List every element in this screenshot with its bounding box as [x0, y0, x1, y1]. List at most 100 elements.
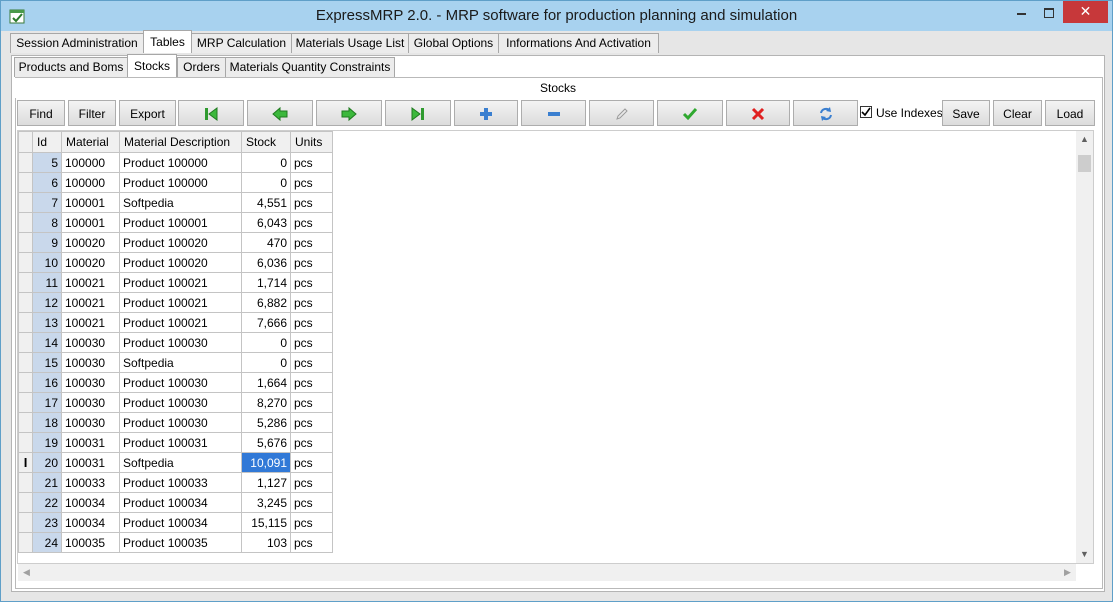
table-row[interactable]: 11 100021 Product 100021 1,714 pcs: [18, 272, 333, 293]
cell-units[interactable]: pcs: [290, 192, 333, 213]
maximize-button[interactable]: [1035, 1, 1063, 23]
cell-stock[interactable]: 8,270: [241, 392, 291, 413]
cell-stock[interactable]: 0: [241, 352, 291, 373]
table-row[interactable]: 6 100000 Product 100000 0 pcs: [18, 172, 333, 193]
table-row[interactable]: 14 100030 Product 100030 0 pcs: [18, 332, 333, 353]
column-header-stock[interactable]: Stock: [241, 131, 291, 153]
cell-units[interactable]: pcs: [290, 372, 333, 393]
cell-stock[interactable]: 470: [241, 232, 291, 253]
cell-material-description[interactable]: Product 100031: [119, 432, 242, 453]
column-header-material[interactable]: Material: [61, 131, 120, 153]
table-row[interactable]: 7 100001 Softpedia 4,551 pcs: [18, 192, 333, 213]
cell-material[interactable]: 100031: [61, 452, 120, 473]
tab-session-administration[interactable]: Session Administration: [10, 33, 144, 53]
cell-material[interactable]: 100020: [61, 232, 120, 253]
cell-id[interactable]: 12: [32, 292, 62, 313]
cell-stock[interactable]: 10,091: [241, 452, 291, 473]
cell-stock[interactable]: 1,714: [241, 272, 291, 293]
cell-material[interactable]: 100021: [61, 292, 120, 313]
cell-material[interactable]: 100000: [61, 152, 120, 173]
cell-material[interactable]: 100030: [61, 392, 120, 413]
cell-stock[interactable]: 0: [241, 332, 291, 353]
load-button[interactable]: Load: [1045, 100, 1095, 126]
cell-units[interactable]: pcs: [290, 412, 333, 433]
cell-material-description[interactable]: Product 100000: [119, 172, 242, 193]
cell-material-description[interactable]: Softpedia: [119, 452, 242, 473]
cell-units[interactable]: pcs: [290, 492, 333, 513]
tab-tables[interactable]: Tables: [143, 30, 192, 53]
cell-stock[interactable]: 0: [241, 152, 291, 173]
cell-id[interactable]: 24: [32, 532, 62, 553]
cell-material-description[interactable]: Product 100030: [119, 372, 242, 393]
cell-id[interactable]: 14: [32, 332, 62, 353]
column-header-material-description[interactable]: Material Description: [119, 131, 242, 153]
cell-units[interactable]: pcs: [290, 312, 333, 333]
table-row[interactable]: 10 100020 Product 100020 6,036 pcs: [18, 252, 333, 273]
table-row[interactable]: 19 100031 Product 100031 5,676 pcs: [18, 432, 333, 453]
cell-stock[interactable]: 1,664: [241, 372, 291, 393]
cell-material[interactable]: 100020: [61, 252, 120, 273]
cell-id[interactable]: 9: [32, 232, 62, 253]
cell-units[interactable]: pcs: [290, 272, 333, 293]
table-row[interactable]: 22 100034 Product 100034 3,245 pcs: [18, 492, 333, 513]
cell-stock[interactable]: 0: [241, 172, 291, 193]
cell-stock[interactable]: 1,127: [241, 472, 291, 493]
cell-material-description[interactable]: Product 100020: [119, 252, 242, 273]
cell-stock[interactable]: 15,115: [241, 512, 291, 533]
cell-units[interactable]: pcs: [290, 352, 333, 373]
scroll-thumb[interactable]: [1078, 155, 1091, 172]
cell-material-description[interactable]: Softpedia: [119, 192, 242, 213]
cell-material-description[interactable]: Product 100033: [119, 472, 242, 493]
cell-material[interactable]: 100021: [61, 312, 120, 333]
cell-material[interactable]: 100035: [61, 532, 120, 553]
cell-units[interactable]: pcs: [290, 172, 333, 193]
cell-material[interactable]: 100021: [61, 272, 120, 293]
cell-material[interactable]: 100030: [61, 412, 120, 433]
table-row[interactable]: 12 100021 Product 100021 6,882 pcs: [18, 292, 333, 313]
cell-id[interactable]: 18: [32, 412, 62, 433]
first-record-button[interactable]: [178, 100, 244, 126]
cell-id[interactable]: 19: [32, 432, 62, 453]
cell-id[interactable]: 17: [32, 392, 62, 413]
cell-material[interactable]: 100001: [61, 212, 120, 233]
cell-material-description[interactable]: Product 100030: [119, 392, 242, 413]
table-row[interactable]: 24 100035 Product 100035 103 pcs: [18, 532, 333, 553]
cell-stock[interactable]: 7,666: [241, 312, 291, 333]
cell-material-description[interactable]: Product 100030: [119, 332, 242, 353]
scroll-right-icon[interactable]: ▶: [1059, 564, 1076, 581]
table-row[interactable]: 8 100001 Product 100001 6,043 pcs: [18, 212, 333, 233]
cell-id[interactable]: 15: [32, 352, 62, 373]
cell-id[interactable]: 20: [32, 452, 62, 473]
cell-id[interactable]: 7: [32, 192, 62, 213]
export-button[interactable]: Export: [119, 100, 176, 126]
cell-material-description[interactable]: Product 100021: [119, 272, 242, 293]
tab-materials-quantity-constraints[interactable]: Materials Quantity Constraints: [225, 57, 395, 77]
cell-material[interactable]: 100030: [61, 332, 120, 353]
table-row[interactable]: 23 100034 Product 100034 15,115 pcs: [18, 512, 333, 533]
scroll-up-icon[interactable]: ▲: [1076, 131, 1093, 148]
column-header-units[interactable]: Units: [290, 131, 333, 153]
table-row[interactable]: 16 100030 Product 100030 1,664 pcs: [18, 372, 333, 393]
cell-units[interactable]: pcs: [290, 432, 333, 453]
refresh-button[interactable]: [793, 100, 858, 126]
cell-material[interactable]: 100030: [61, 352, 120, 373]
cell-material-description[interactable]: Product 100021: [119, 312, 242, 333]
close-button[interactable]: ✕: [1063, 1, 1108, 23]
horizontal-scrollbar[interactable]: ◀ ▶: [18, 564, 1076, 581]
cell-material[interactable]: 100033: [61, 472, 120, 493]
cell-material[interactable]: 100034: [61, 512, 120, 533]
table-row[interactable]: 18 100030 Product 100030 5,286 pcs: [18, 412, 333, 433]
previous-record-button[interactable]: [247, 100, 313, 126]
cell-id[interactable]: 10: [32, 252, 62, 273]
scroll-down-icon[interactable]: ▼: [1076, 546, 1093, 563]
edit-record-button[interactable]: [589, 100, 654, 126]
cell-units[interactable]: pcs: [290, 512, 333, 533]
cell-stock[interactable]: 5,286: [241, 412, 291, 433]
tab-global-options[interactable]: Global Options: [408, 33, 499, 53]
cell-units[interactable]: pcs: [290, 152, 333, 173]
last-record-button[interactable]: [385, 100, 451, 126]
table-row[interactable]: 15 100030 Softpedia 0 pcs: [18, 352, 333, 373]
scroll-left-icon[interactable]: ◀: [18, 564, 35, 581]
cell-id[interactable]: 23: [32, 512, 62, 533]
cell-stock[interactable]: 5,676: [241, 432, 291, 453]
